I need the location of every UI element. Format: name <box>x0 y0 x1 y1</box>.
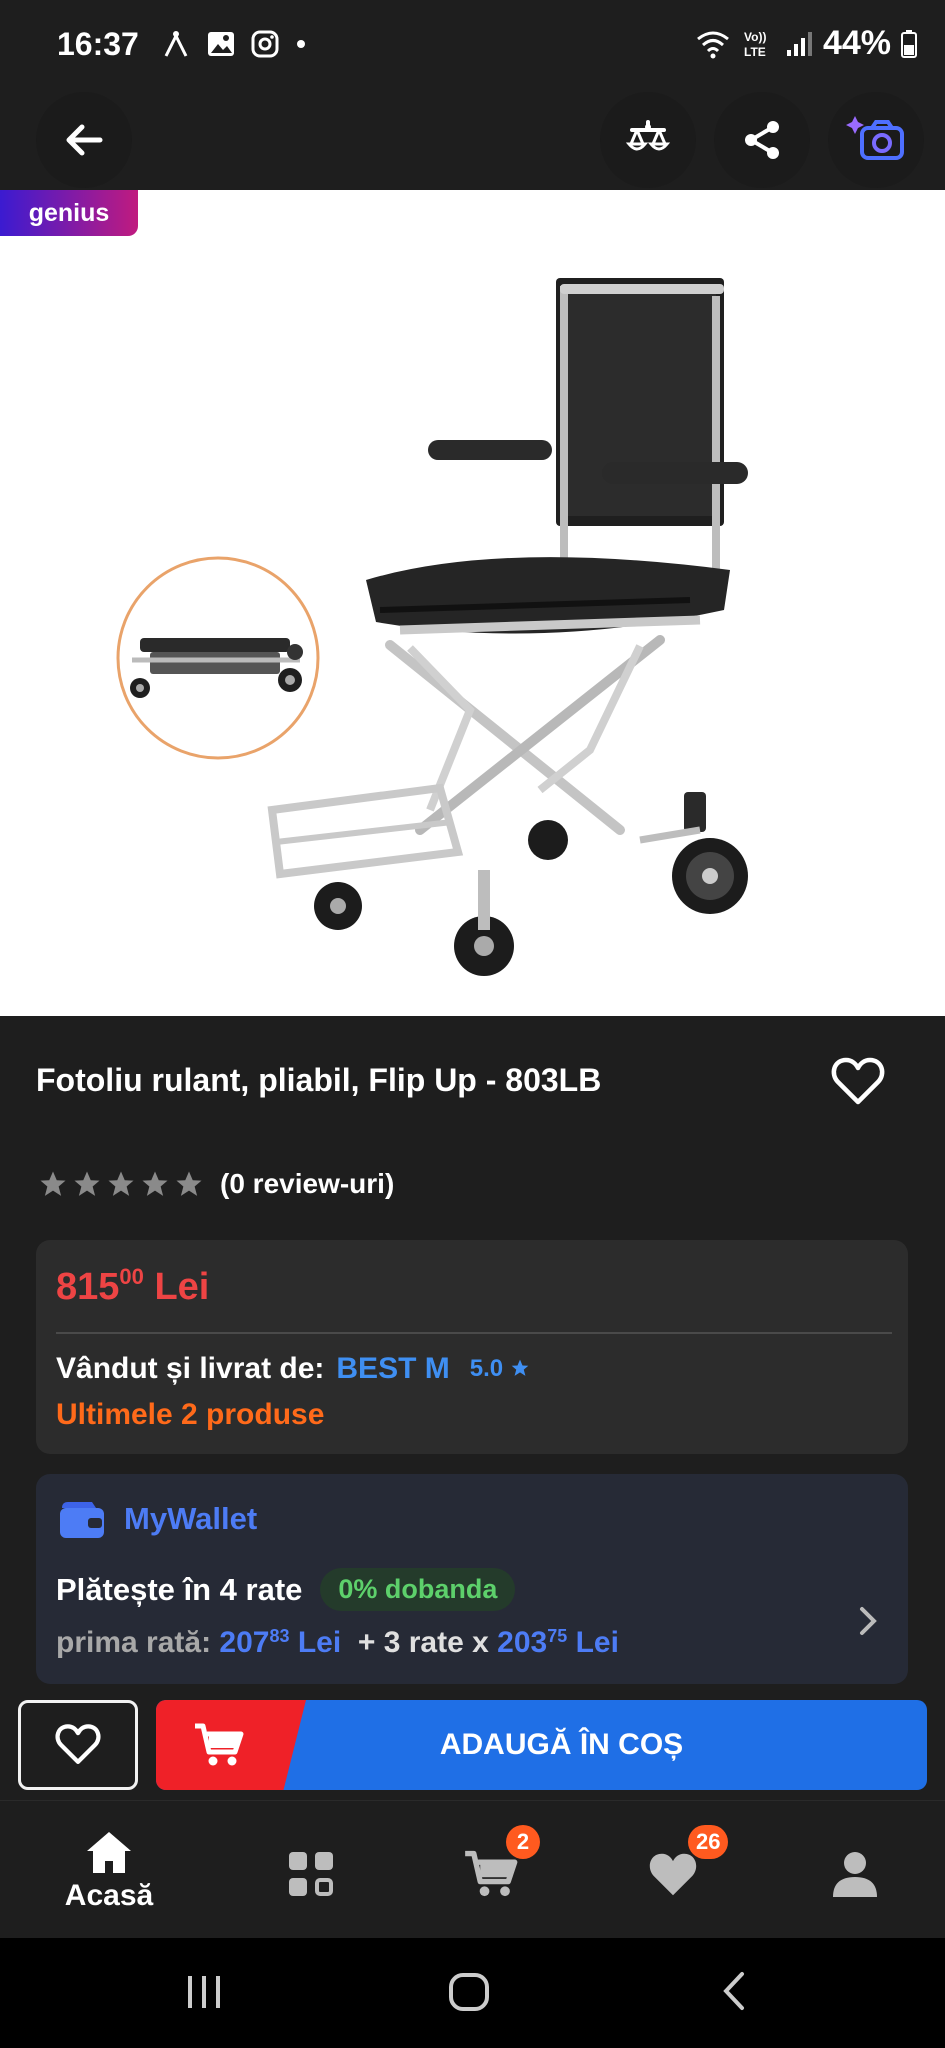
add-to-cart-icon-area <box>156 1700 306 1790</box>
gallery-icon <box>208 32 234 56</box>
notification-icons <box>160 28 308 60</box>
nav-categories[interactable] <box>236 1801 386 1939</box>
back-system-icon[interactable] <box>718 1970 748 2012</box>
share-icon <box>745 121 779 159</box>
stock-status: Ultimele 2 produse <box>56 1398 325 1431</box>
wifi-calling-icon <box>164 31 188 57</box>
star-icon <box>74 1171 100 1196</box>
seller-rating-value: 5.0 <box>469 1355 504 1382</box>
wallet-title: MyWallet <box>124 1501 258 1536</box>
add-to-cart-label: ADAUGĂ ÎN COȘ <box>439 1728 684 1761</box>
back-button[interactable] <box>36 92 132 188</box>
cart-count-badge: 2 <box>506 1825 540 1859</box>
rest-rate-int: 203 <box>497 1626 548 1659</box>
seller-row: Vândut și livrat de: BEST M 5.0 <box>56 1352 530 1386</box>
price-currency: Lei <box>154 1266 210 1308</box>
compare-button[interactable] <box>600 92 696 188</box>
add-to-cart-button[interactable]: ADAUGĂ ÎN COȘ <box>156 1700 927 1790</box>
wheelchair-drawing <box>267 278 748 976</box>
divider <box>56 1332 892 1334</box>
nav-account[interactable] <box>780 1801 930 1939</box>
folded-chair-inset <box>116 556 320 760</box>
first-rate-label: prima rată: <box>56 1626 212 1659</box>
cart-icon <box>195 1723 244 1766</box>
seller-rating: 5.0 <box>470 1355 530 1383</box>
volte-icon: Vo))LTE <box>744 30 766 59</box>
battery-level: 44% <box>822 24 891 62</box>
star-icon <box>511 1359 529 1376</box>
interest-badge: 0% dobanda <box>320 1568 516 1611</box>
account-icon <box>833 1852 877 1897</box>
bottom-navigation: Acasă 2 26 <box>0 1800 945 1938</box>
cart-icon <box>465 1850 518 1897</box>
system-navigation-bar <box>0 1938 945 2048</box>
nav-home[interactable]: Acasă <box>34 1801 184 1939</box>
bottom-action-bar: ADAUGĂ ÎN COȘ <box>0 1692 945 1796</box>
price-card: 81500 Lei Vândut și livrat de: BEST M 5.… <box>36 1240 908 1454</box>
back-arrow-icon <box>66 124 103 156</box>
battery-icon <box>901 29 917 58</box>
signal-icon <box>786 31 812 56</box>
first-rate-amount: 20783 Lei <box>219 1626 341 1659</box>
seller-link[interactable]: BEST M <box>336 1352 449 1386</box>
svg-text:Vo)): Vo)) <box>744 30 766 44</box>
first-rate-currency: Lei <box>297 1626 342 1659</box>
status-time: 16:37 <box>57 26 139 62</box>
price-decimals: 00 <box>119 1264 144 1289</box>
nav-favorites[interactable]: 26 <box>598 1801 748 1939</box>
star-icon <box>142 1171 168 1196</box>
first-rate-dec: 83 <box>269 1626 290 1646</box>
first-rate-int: 207 <box>219 1626 270 1659</box>
heart-outline-icon <box>831 1057 885 1105</box>
system-icons: Vo)) LTE 44% <box>695 24 917 63</box>
home-system-icon[interactable] <box>448 1972 490 2012</box>
status-bar: 16:37 Vo)) LTE 44% <box>0 0 945 90</box>
chevron-right-icon <box>860 1607 877 1635</box>
add-to-favorites-button[interactable] <box>830 1056 890 1112</box>
rest-rate-amount: 20375 Lei <box>497 1626 619 1659</box>
installments-text: Plătește în 4 rate <box>56 1571 303 1607</box>
wishlist-button[interactable] <box>18 1700 138 1790</box>
review-count: (0 review-uri) <box>220 1168 395 1199</box>
seller-label: Vândut și livrat de: <box>56 1352 325 1385</box>
product-image-gallery[interactable]: genius <box>0 190 945 1016</box>
wallet-header: MyWallet <box>58 1498 257 1540</box>
rest-rates-label: + 3 rate x <box>357 1626 489 1659</box>
product-price: 81500 Lei <box>56 1264 210 1309</box>
rating-row[interactable]: (0 review-uri) <box>38 1168 394 1200</box>
top-app-bar <box>0 90 945 190</box>
wallet-icon <box>60 1502 104 1538</box>
price-integer: 815 <box>56 1266 120 1308</box>
svg-text:LTE: LTE <box>744 45 766 59</box>
heart-outline-icon <box>55 1724 101 1765</box>
share-button[interactable] <box>714 92 810 188</box>
installment-breakdown: prima rată: 20783 Lei + 3 rate x 20375 L… <box>56 1626 619 1660</box>
star-icon <box>176 1171 202 1196</box>
visual-search-button[interactable] <box>828 92 924 188</box>
mywallet-card[interactable]: MyWallet Plătește în 4 rate 0% dobanda p… <box>36 1474 908 1684</box>
wifi-icon <box>697 31 729 58</box>
home-icon <box>87 1832 131 1873</box>
installments-row: Plătește în 4 rate 0% dobanda <box>56 1568 516 1611</box>
product-image <box>116 278 748 976</box>
heart-icon <box>649 1853 697 1896</box>
recent-apps-icon[interactable] <box>184 1974 224 2010</box>
product-title: Fotoliu rulant, pliabil, Flip Up - 803LB <box>36 1062 602 1098</box>
dot-icon <box>297 40 305 48</box>
star-icon <box>40 1171 66 1196</box>
rest-rate-dec: 75 <box>547 1626 568 1646</box>
nav-home-label: Acasă <box>64 1879 154 1912</box>
star-icon <box>108 1171 134 1196</box>
instagram-icon <box>251 30 279 58</box>
favorites-count-badge: 26 <box>688 1825 729 1859</box>
compare-scale-icon <box>625 120 671 151</box>
categories-grid-icon <box>289 1852 333 1896</box>
nav-cart[interactable]: 2 <box>416 1801 566 1939</box>
rest-rate-currency: Lei <box>575 1626 619 1659</box>
visual-search-camera-icon <box>846 116 904 160</box>
